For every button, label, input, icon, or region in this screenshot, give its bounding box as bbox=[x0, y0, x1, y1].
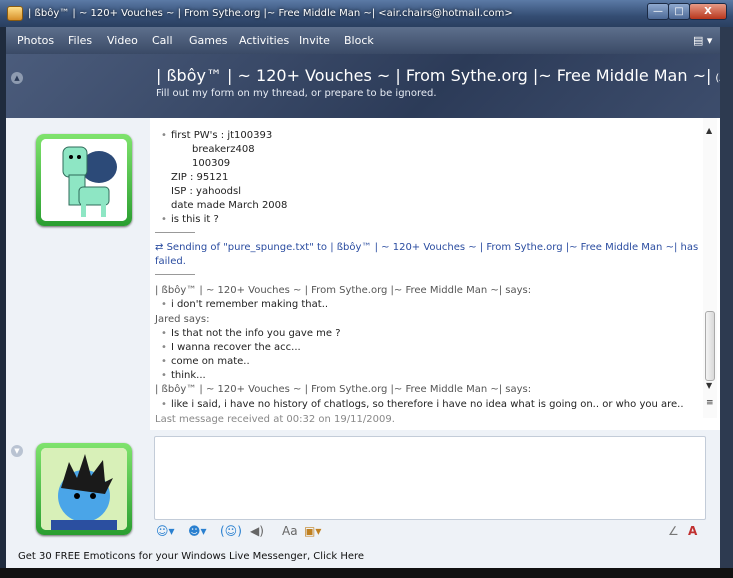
collapse-icon[interactable]: ▲ bbox=[11, 72, 23, 84]
emoticons-ad-link[interactable]: Get 30 FREE Emoticons for your Windows L… bbox=[18, 551, 364, 562]
menu-activities[interactable]: Activities bbox=[239, 34, 289, 47]
message-line: think... bbox=[161, 370, 206, 381]
divider bbox=[155, 274, 195, 275]
menu-block[interactable]: Block bbox=[344, 34, 374, 47]
menu-games[interactable]: Games bbox=[189, 34, 227, 47]
divider bbox=[155, 232, 195, 233]
sender-line: | ßbôy™ | ~ 120+ Vouches ~ | From Sythe.… bbox=[155, 384, 532, 395]
minimize-button[interactable]: — bbox=[647, 3, 669, 20]
llama-picture bbox=[41, 139, 127, 221]
tools-menu-icon[interactable]: ▤ ▾ bbox=[693, 34, 712, 47]
messenger-icon bbox=[7, 6, 23, 21]
ad-footer: Get 30 FREE Emoticons for your Windows L… bbox=[6, 546, 720, 568]
compose-toolbar: ☺▾ ☻▾ (☺) ◀) Aa ▣▾ ∠ A bbox=[154, 522, 706, 544]
my-avatar[interactable] bbox=[36, 443, 132, 535]
menu-files[interactable]: Files bbox=[68, 34, 92, 47]
message-line: ISP : yahoodsl bbox=[171, 186, 242, 197]
conversation-scrollbar[interactable]: ▲ ▼ bbox=[703, 118, 717, 418]
message-input[interactable] bbox=[154, 436, 706, 520]
personal-message: Fill out my form on my thread, or prepar… bbox=[156, 88, 437, 99]
close-button[interactable]: X bbox=[689, 3, 727, 20]
message-line: first PW's : jt100393 bbox=[161, 130, 272, 141]
message-line: Is that not the info you gave me ? bbox=[161, 328, 341, 339]
maximize-button[interactable]: □ bbox=[668, 3, 690, 20]
message-line: date made March 2008 bbox=[171, 200, 288, 211]
menu-bar: Photos Files Video Call Games Activities… bbox=[6, 27, 720, 54]
nudge-icon[interactable]: (☺) bbox=[220, 524, 242, 538]
font-icon[interactable]: Aa bbox=[282, 524, 298, 538]
text-mode-icon[interactable]: A bbox=[688, 524, 697, 538]
conversation-pane[interactable]: first PW's : jt100393 breakerz408 100309… bbox=[150, 118, 720, 430]
wink-icon[interactable]: ☻▾ bbox=[188, 524, 207, 538]
message-line: like i said, i have no history of chatlo… bbox=[161, 399, 684, 410]
resize-grip-icon[interactable]: ≡ bbox=[706, 398, 714, 408]
scroll-thumb[interactable] bbox=[705, 311, 715, 381]
compose-area: ☺▾ ☻▾ (☺) ◀) Aa ▣▾ ∠ A bbox=[150, 430, 720, 546]
menu-call[interactable]: Call bbox=[152, 34, 173, 47]
contact-header: ▲ | ßbôy™ | ~ 120+ Vouches ~ | From Syth… bbox=[6, 54, 733, 118]
title-bar: | ßbôy™ | ~ 120+ Vouches ~ | From Sythe.… bbox=[0, 0, 733, 27]
scroll-up-icon[interactable]: ▲ bbox=[706, 126, 712, 135]
menu-photos[interactable]: Photos bbox=[17, 34, 54, 47]
menu-invite[interactable]: Invite bbox=[299, 34, 330, 47]
window-border bbox=[720, 27, 733, 568]
background-icon[interactable]: ▣▾ bbox=[304, 524, 321, 538]
avatar-pane: ▼ bbox=[6, 118, 150, 546]
file-transfer-notice: ⇄ Sending of "pure_spunge.txt" to | ßbôy… bbox=[155, 242, 699, 253]
message-line: come on mate.. bbox=[161, 356, 250, 367]
contact-avatar[interactable] bbox=[36, 134, 132, 226]
message-line: breakerz408 bbox=[192, 144, 255, 155]
handwriting-icon[interactable]: ∠ bbox=[668, 524, 679, 538]
taskbar bbox=[0, 568, 733, 578]
file-transfer-notice-cont: failed. bbox=[155, 256, 186, 267]
file-transfer-icon: ⇄ bbox=[155, 242, 167, 253]
message-line: i don't remember making that.. bbox=[161, 299, 328, 310]
sender-line: | ßbôy™ | ~ 120+ Vouches ~ | From Sythe.… bbox=[155, 285, 532, 296]
sender-line: Jared says: bbox=[155, 314, 210, 325]
smiley-icon[interactable]: ☺▾ bbox=[156, 524, 175, 538]
blue-character-picture bbox=[41, 448, 127, 530]
message-line: is this it ? bbox=[161, 214, 219, 225]
voice-clip-icon[interactable]: ◀) bbox=[250, 524, 264, 538]
last-message-info: Last message received at 00:32 on 19/11/… bbox=[155, 414, 395, 425]
contact-name: | ßbôy™ | ~ 120+ Vouches ~ | From Sythe.… bbox=[156, 66, 733, 85]
menu-video[interactable]: Video bbox=[107, 34, 138, 47]
message-line: I wanna recover the acc... bbox=[161, 342, 301, 353]
message-line: 100309 bbox=[192, 158, 231, 169]
message-line: ZIP : 95121 bbox=[171, 172, 229, 183]
expand-icon[interactable]: ▼ bbox=[11, 445, 23, 457]
scroll-down-icon[interactable]: ▼ bbox=[706, 381, 712, 390]
window-title: | ßbôy™ | ~ 120+ Vouches ~ | From Sythe.… bbox=[28, 8, 513, 19]
